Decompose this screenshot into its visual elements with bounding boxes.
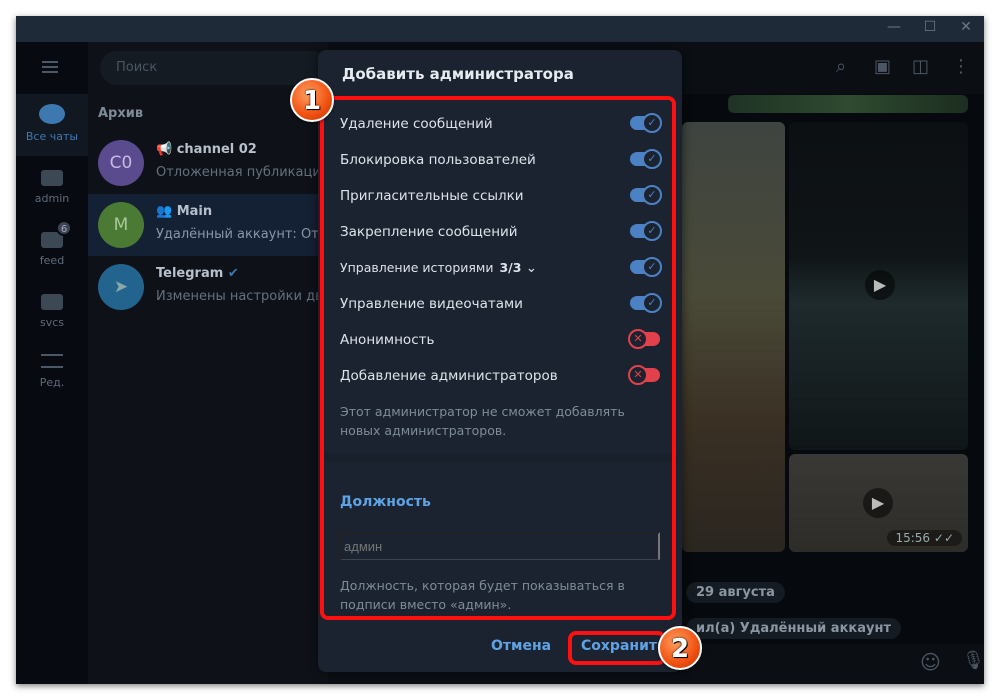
close-button[interactable]: ✕: [956, 19, 976, 35]
chat-item-channel-02[interactable]: C0 📢 channel 02 Отложенная публикация: [88, 132, 328, 194]
read-check-icon: ✓✓: [933, 531, 954, 545]
folder-sidebar: Все чаты admin 6 feed svcs Ред.: [16, 42, 88, 684]
sidebar-item-label: svcs: [39, 316, 65, 329]
search-icon[interactable]: ⌕: [836, 56, 846, 77]
telegram-logo-icon: ➤: [98, 264, 144, 310]
voice-chat-icon[interactable]: ▣: [874, 56, 891, 77]
chat-name: 📢 channel 02: [156, 142, 257, 157]
highlight-save: [568, 631, 666, 665]
service-message: ил(а) Удалённый аккаунт: [686, 618, 901, 639]
maximize-button[interactable]: ☐: [920, 19, 940, 35]
sidebar-item-label: feed: [39, 254, 65, 267]
title-bar: — ☐ ✕: [16, 16, 984, 42]
menu-icon[interactable]: [42, 58, 62, 76]
chat-name-text: channel 02: [176, 142, 257, 157]
emoji-icon[interactable]: ☺: [920, 650, 941, 674]
play-icon[interactable]: ▶: [863, 488, 893, 518]
photo[interactable]: [728, 95, 968, 113]
chat-name-text: Main: [176, 204, 213, 219]
group-icon: 👥: [156, 204, 173, 219]
chat-name: Telegram ✔: [156, 266, 239, 281]
chat-item-main[interactable]: M 👥 Main Удалённый аккаунт: Отложено: [88, 194, 328, 256]
sidebar-item-all-chats[interactable]: Все чаты: [16, 94, 88, 156]
folder-icon: [41, 294, 63, 310]
date-pill: 29 августа: [686, 582, 785, 603]
time-text: 15:56: [895, 531, 931, 545]
play-icon[interactable]: ▶: [865, 270, 895, 300]
message-time: 15:56 ✓✓: [887, 530, 962, 546]
chat-name: 👥 Main: [156, 204, 212, 219]
sidebar-item-label: admin: [34, 192, 70, 205]
step-2-marker: 2: [658, 626, 702, 670]
sidebar-item-admin[interactable]: admin: [16, 170, 88, 205]
video[interactable]: ▶: [789, 122, 968, 450]
folder-icon: [41, 170, 63, 186]
dialog-title: Добавить администратора: [342, 65, 574, 83]
archive-header: Архив: [98, 106, 144, 121]
sidebar-item-feed[interactable]: 6 feed: [16, 220, 88, 267]
chat-name-text: Telegram: [156, 266, 224, 281]
video[interactable]: ▶ 15:56 ✓✓: [789, 454, 968, 552]
chat-preview: Удалённый аккаунт: Отложено: [156, 227, 328, 242]
sidebar-toggle-icon[interactable]: ◫: [912, 56, 929, 77]
avatar: C0: [98, 140, 144, 186]
photo[interactable]: [682, 122, 785, 552]
highlight-permissions: [320, 96, 676, 620]
more-icon[interactable]: ⋮: [952, 56, 970, 77]
verified-icon: ✔: [227, 266, 239, 281]
sidebar-item-label: Все чаты: [25, 130, 79, 143]
sidebar-item-svcs[interactable]: svcs: [16, 294, 88, 329]
microphone-icon[interactable]: 🎙: [962, 650, 984, 671]
chat-preview: Изменены настройки двухэтапной: [156, 289, 328, 304]
cancel-button[interactable]: Отмена: [491, 638, 551, 654]
chat-preview: Отложенная публикация: [156, 165, 328, 180]
chat-list: Поиск Архив C0 📢 channel 02 Отложенная п…: [88, 42, 330, 684]
search-input[interactable]: Поиск: [100, 51, 330, 85]
unread-badge: 6: [56, 220, 72, 236]
chats-icon: [39, 104, 65, 124]
sliders-icon: [41, 354, 63, 368]
sidebar-item-edit[interactable]: Ред.: [16, 354, 88, 389]
avatar: M: [98, 202, 144, 248]
chat-item-telegram[interactable]: ➤ Telegram ✔ Изменены настройки двухэтап…: [88, 256, 328, 318]
sidebar-item-label: Ред.: [39, 376, 65, 389]
minimize-button[interactable]: —: [884, 19, 904, 35]
step-1-marker: 1: [290, 78, 334, 122]
